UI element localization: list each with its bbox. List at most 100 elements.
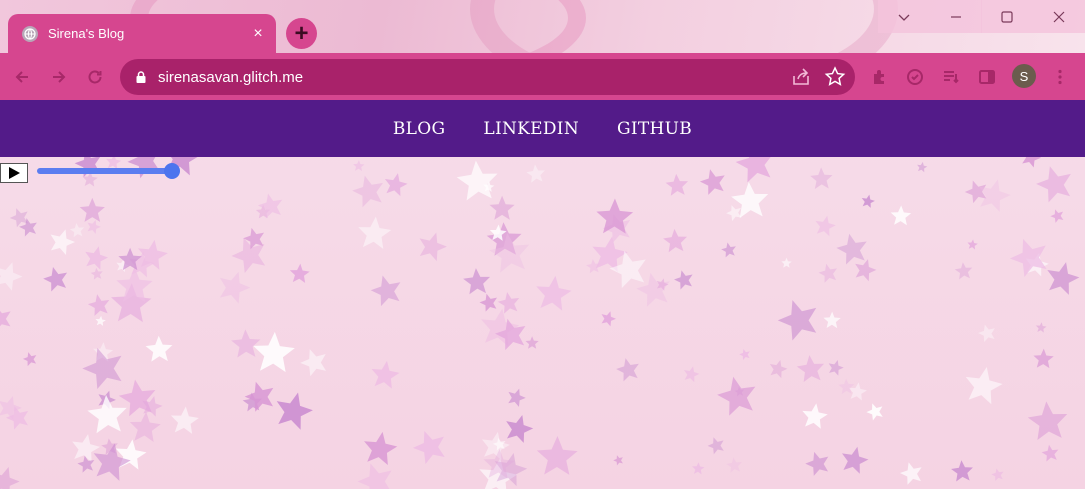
star-decoration: [253, 331, 295, 373]
extension-button[interactable]: [902, 64, 928, 90]
star-decoration: [842, 446, 869, 474]
star-decoration: [951, 460, 973, 482]
star-decoration: [684, 366, 700, 383]
star-decoration: [665, 173, 689, 196]
star-decoration: [707, 437, 724, 455]
star-decoration: [601, 311, 617, 327]
star-decoration: [1009, 239, 1047, 278]
star-decoration: [1036, 166, 1071, 203]
star-decoration: [991, 468, 1004, 481]
extensions-button[interactable]: [867, 64, 893, 90]
star-decoration: [536, 436, 578, 475]
new-tab-button[interactable]: +: [286, 18, 317, 49]
arrow-right-icon: [53, 71, 66, 83]
profile-avatar[interactable]: S: [1012, 64, 1036, 88]
star-decoration: [219, 271, 251, 304]
close-tab-icon[interactable]: ×: [246, 25, 270, 43]
star-decoration: [802, 403, 828, 429]
star-decoration: [967, 239, 978, 250]
close-window-button[interactable]: [1033, 0, 1085, 33]
star-decoration: [805, 451, 829, 476]
menu-button[interactable]: [1047, 64, 1073, 90]
bookmark-star-icon[interactable]: [823, 65, 847, 89]
star-decoration: [87, 394, 127, 434]
star-decoration: [739, 349, 750, 360]
star-decoration: [244, 381, 274, 412]
star-decoration: [721, 242, 736, 258]
forward-button[interactable]: [46, 64, 72, 90]
tab-search-button[interactable]: [878, 0, 930, 33]
arrow-left-icon: [15, 71, 28, 83]
star-decoration: [364, 431, 398, 466]
star-decoration: [818, 263, 838, 283]
star-decoration: [965, 366, 1003, 405]
star-decoration: [777, 300, 817, 341]
star-decoration: [489, 195, 515, 220]
reload-button[interactable]: [82, 64, 108, 90]
theme-decoration: [470, 0, 898, 53]
star-decoration: [890, 205, 912, 226]
star-decoration: [0, 262, 23, 291]
reading-list-icon: [944, 71, 959, 84]
star-decoration: [917, 161, 928, 173]
star-decoration: [823, 311, 841, 329]
star-decoration: [1033, 348, 1054, 369]
maximize-button[interactable]: [981, 0, 1033, 33]
star-decoration: [1035, 322, 1047, 333]
star-decoration: [699, 169, 725, 195]
browser-tab-active[interactable]: Sirena's Blog ×: [8, 14, 276, 53]
plus-icon: +: [294, 19, 309, 47]
star-decoration: [616, 358, 639, 382]
star-decoration: [479, 293, 498, 312]
star-decoration: [352, 175, 383, 208]
address-bar[interactable]: sirenasavan.glitch.me: [120, 59, 855, 95]
star-decoration: [781, 257, 792, 268]
browser-title-bar: Sirena's Blog × +: [0, 0, 1085, 53]
star-decoration: [735, 157, 773, 183]
star-decoration: [525, 336, 539, 349]
star-decoration: [828, 360, 844, 376]
close-icon: [1053, 11, 1065, 22]
reading-list-button[interactable]: [938, 64, 964, 90]
star-decoration: [358, 216, 392, 249]
star-decoration: [231, 329, 261, 358]
volume-slider[interactable]: [37, 168, 175, 174]
extension-icon: [907, 69, 923, 85]
star-decoration: [508, 388, 526, 407]
star-decoration: [170, 406, 199, 434]
play-icon: [9, 167, 20, 179]
back-button[interactable]: [9, 64, 35, 90]
star-decoration: [145, 335, 173, 362]
side-panel-button[interactable]: [974, 64, 1000, 90]
star-decoration: [456, 160, 498, 201]
star-decoration: [1047, 262, 1080, 295]
star-decoration: [90, 267, 103, 280]
star-decoration: [87, 219, 101, 234]
nav-link-blog[interactable]: BLOG: [393, 119, 446, 139]
star-decoration: [87, 294, 110, 316]
star-decoration: [300, 349, 327, 377]
star-decoration: [674, 270, 693, 290]
url-text[interactable]: sirenasavan.glitch.me: [158, 69, 789, 86]
star-decoration: [357, 463, 392, 489]
play-button[interactable]: [0, 163, 28, 183]
star-decoration: [954, 262, 973, 280]
nav-link-linkedin[interactable]: LINKEDIN: [483, 119, 579, 139]
nav-link-github[interactable]: GITHUB: [617, 119, 692, 139]
star-decoration: [1022, 157, 1042, 168]
star-decoration: [717, 376, 756, 416]
share-icon[interactable]: [789, 65, 813, 89]
star-decoration: [95, 315, 106, 327]
star-decoration: [0, 466, 20, 489]
star-decoration: [497, 292, 520, 314]
star-decoration: [129, 411, 161, 443]
minimize-button[interactable]: [930, 0, 982, 33]
reload-icon: [88, 70, 102, 84]
star-background-pattern: [0, 157, 1080, 489]
site-nav-bar: BLOG LINKEDIN GITHUB: [0, 100, 1085, 157]
star-decoration: [1027, 401, 1068, 440]
star-decoration: [866, 403, 883, 421]
browser-toolbar: sirenasavan.glitch.me S: [0, 53, 1085, 100]
volume-slider-thumb[interactable]: [164, 163, 180, 179]
maximize-icon: [1001, 10, 1013, 23]
